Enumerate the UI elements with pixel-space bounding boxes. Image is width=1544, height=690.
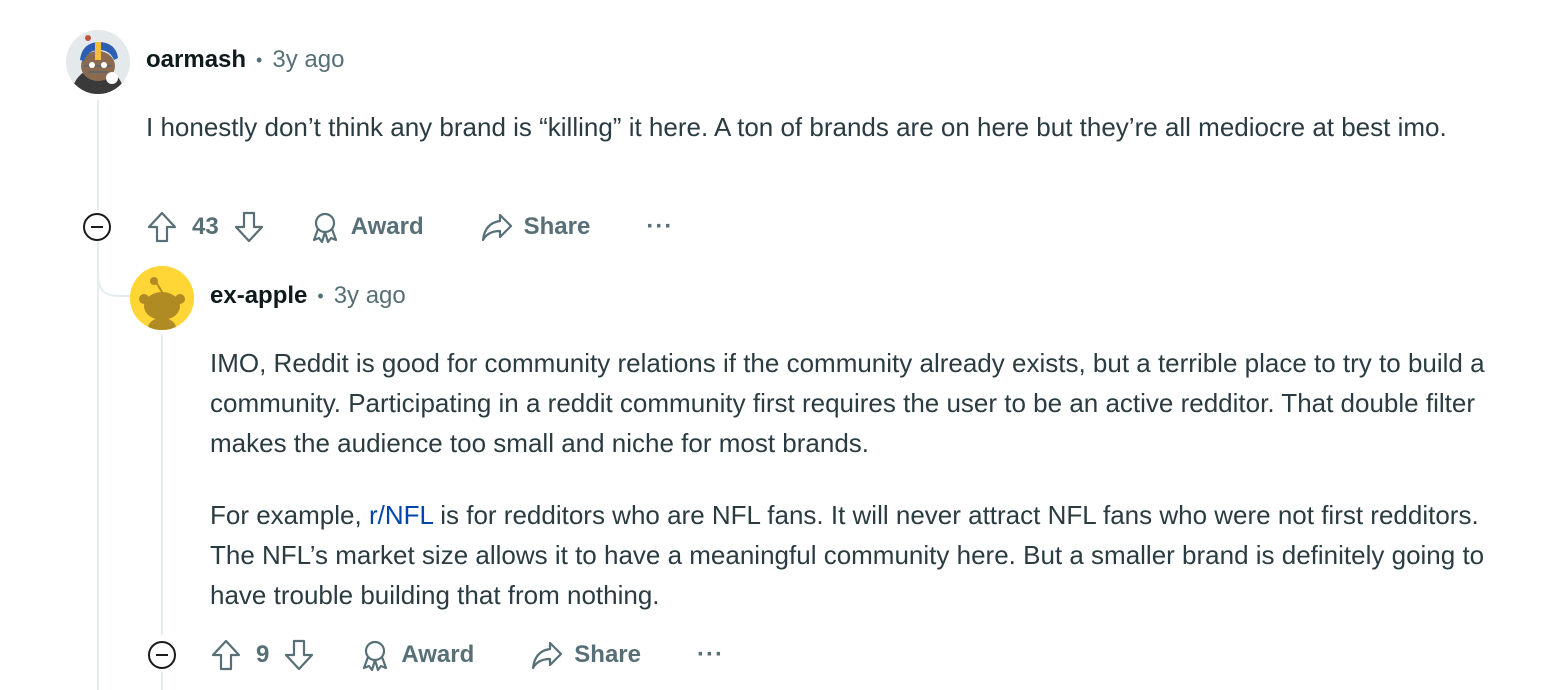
upvote-arrow-icon [147, 211, 177, 243]
upvote-arrow-icon [211, 639, 241, 671]
comment-body: IMO, Reddit is good for community relati… [210, 343, 1510, 615]
more-options-icon: ··· [646, 213, 674, 240]
thread-line-root-lower[interactable] [97, 244, 99, 690]
upvote-button[interactable] [146, 210, 178, 244]
comment-body: I honestly don’t think any brand is “kil… [146, 107, 1516, 147]
award-button[interactable]: Award [309, 210, 424, 244]
award-label: Award [401, 641, 475, 668]
downvote-button[interactable] [283, 638, 315, 672]
comment-actions: 9 Award Share ··· [210, 635, 724, 675]
share-icon [481, 213, 512, 242]
vote-score: 9 [256, 641, 270, 668]
downvote-arrow-icon [285, 639, 314, 671]
comment-actions: 43 Award Share ··· [146, 207, 673, 247]
username[interactable]: oarmash [146, 46, 246, 74]
thread-line-root[interactable] [97, 100, 99, 210]
username[interactable]: ex-apple [210, 282, 307, 310]
collapse-icon[interactable] [147, 640, 177, 670]
downvote-arrow-icon [234, 211, 263, 243]
award-label: Award [350, 213, 424, 240]
award-button[interactable]: Award [359, 638, 474, 672]
upvote-button[interactable] [210, 638, 242, 672]
separator-dot: • [317, 285, 324, 306]
football-snoo-avatar-icon [66, 30, 130, 94]
more-options-button[interactable]: ··· [646, 213, 673, 241]
paragraph-text: For example, [210, 500, 369, 530]
more-options-icon: ··· [696, 641, 724, 668]
downvote-button[interactable] [233, 210, 265, 244]
avatar[interactable] [66, 30, 130, 94]
award-icon [363, 640, 388, 672]
thread-line-reply-lower[interactable] [161, 672, 163, 690]
comment-paragraph: IMO, Reddit is good for community relati… [210, 348, 1485, 458]
thread-line-reply[interactable] [161, 335, 163, 635]
share-button[interactable]: Share [480, 211, 591, 243]
timestamp[interactable]: 3y ago [272, 46, 344, 74]
comment-paragraph: I honestly don’t think any brand is “kil… [146, 112, 1447, 142]
share-icon [532, 641, 563, 670]
comment-meta: oarmash • 3y ago [146, 46, 344, 74]
comment-paragraph: For example, r/NFL is for redditors who … [210, 495, 1510, 615]
vote-score: 43 [192, 213, 219, 240]
share-label: Share [523, 213, 591, 240]
comment-meta: ex-apple • 3y ago [210, 282, 406, 310]
timestamp[interactable]: 3y ago [334, 282, 406, 310]
award-icon [312, 212, 337, 244]
more-options-button[interactable]: ··· [697, 641, 724, 669]
avatar[interactable] [130, 266, 194, 330]
share-button[interactable]: Share [530, 639, 641, 671]
share-label: Share [574, 641, 641, 668]
snoo-avatar-icon [130, 266, 194, 330]
separator-dot: • [256, 49, 263, 70]
subreddit-link[interactable]: r/NFL [369, 500, 433, 530]
collapse-icon[interactable] [82, 212, 112, 242]
